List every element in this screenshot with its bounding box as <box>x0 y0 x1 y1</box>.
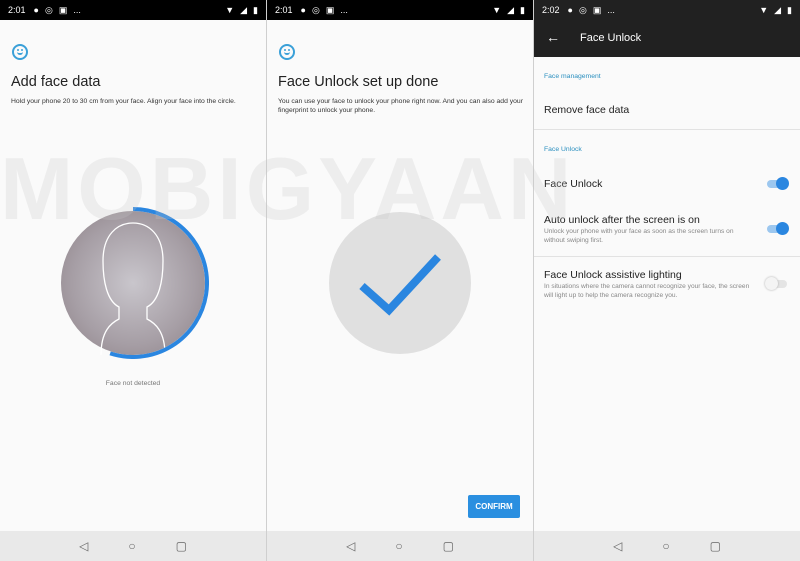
instructions: Hold your phone 20 to 30 cm from your fa… <box>11 98 236 105</box>
face-unlock-setting-title[interactable]: Face Unlock <box>544 178 602 190</box>
face-icon <box>279 44 295 60</box>
status-bar: 2:01 ● ◎ ▣ ... ▼ ◢ ▮ <box>267 0 533 20</box>
more-notifications: ... <box>73 5 81 15</box>
image-icon: ▣ <box>325 4 335 15</box>
navigation-bar: ◁ ○ ▢ <box>0 531 266 561</box>
signal-icon: ◢ <box>240 4 248 15</box>
assistive-lighting-setting-desc: In situations where the camera cannot re… <box>544 283 750 299</box>
battery-icon: ▮ <box>253 4 258 15</box>
instagram-icon: ◎ <box>578 4 587 15</box>
status-bar: 2:01 ● ◎ ▣ ... ▼ ◢ ▮ <box>0 0 266 20</box>
image-icon: ▣ <box>58 4 68 15</box>
confirm-button[interactable]: CONFIRM <box>468 495 520 518</box>
divider <box>534 256 800 257</box>
signal-icon: ◢ <box>774 4 782 15</box>
battery-icon: ▮ <box>787 4 792 15</box>
home-button[interactable]: ○ <box>128 539 135 553</box>
checkmark-icon <box>359 254 441 316</box>
auto-unlock-toggle[interactable] <box>767 222 789 235</box>
auto-unlock-setting-title[interactable]: Auto unlock after the screen is on <box>544 214 700 226</box>
signal-icon: ◢ <box>507 4 515 15</box>
face-unlock-settings-screen: 2:02 ● ◎ ▣ ... ▼ ◢ ▮ ← Face Unlock Face ma… <box>534 0 800 561</box>
divider <box>534 129 800 130</box>
home-button[interactable]: ○ <box>662 539 669 553</box>
back-button[interactable]: ◁ <box>613 539 622 553</box>
app-toolbar: ← Face Unlock <box>534 20 800 57</box>
setup-done-screen: 2:01 ● ◎ ▣ ... ▼ ◢ ▮ Face Unlock set up do… <box>267 0 533 561</box>
page-title: Face Unlock set up done <box>278 74 439 90</box>
more-notifications: ... <box>340 5 348 15</box>
battery-icon: ▮ <box>520 4 525 15</box>
home-button[interactable]: ○ <box>395 539 402 553</box>
face-unlock-toggle[interactable] <box>767 177 789 190</box>
back-button[interactable]: ◁ <box>346 539 355 553</box>
section-header-face-unlock: Face Unlock <box>544 146 582 153</box>
status-hint: Face not detected <box>105 380 161 387</box>
scan-progress-ring <box>109 207 209 359</box>
instagram-icon: ◎ <box>311 4 320 15</box>
navigation-bar: ◁ ○ ▢ <box>267 531 533 561</box>
message-icon: ● <box>33 5 39 15</box>
success-circle <box>329 212 471 354</box>
image-icon: ▣ <box>592 4 602 15</box>
toolbar-title: Face Unlock <box>580 32 642 44</box>
add-face-data-screen: 2:01 ● ◎ ▣ ... ▼ ◢ ▮ Add face data Hold yo… <box>0 0 266 561</box>
message-icon: ● <box>300 5 306 15</box>
back-button[interactable]: ◁ <box>79 539 88 553</box>
status-bar: 2:02 ● ◎ ▣ ... ▼ ◢ ▮ <box>534 0 800 20</box>
page-title: Add face data <box>11 74 101 90</box>
message-icon: ● <box>567 5 573 15</box>
recents-button[interactable]: ▢ <box>710 539 721 553</box>
status-time: 2:02 <box>542 5 560 15</box>
instagram-icon: ◎ <box>44 4 53 15</box>
back-arrow-icon[interactable]: ← <box>546 29 560 45</box>
section-header-management: Face management <box>544 73 601 80</box>
more-notifications: ... <box>607 5 615 15</box>
description: You can use your face to unlock your pho… <box>278 98 523 114</box>
status-time: 2:01 <box>275 5 293 15</box>
assistive-lighting-setting-title[interactable]: Face Unlock assistive lighting <box>544 269 682 281</box>
navigation-bar: ◁ ○ ▢ <box>534 531 800 561</box>
recents-button[interactable]: ▢ <box>176 539 187 553</box>
wifi-icon: ▼ <box>759 4 769 15</box>
assistive-lighting-toggle[interactable] <box>765 277 787 290</box>
face-icon <box>12 44 28 60</box>
auto-unlock-setting-desc: Unlock your phone with your face as soon… <box>544 228 734 244</box>
status-time: 2:01 <box>8 5 26 15</box>
remove-face-data-item[interactable]: Remove face data <box>544 104 629 116</box>
recents-button[interactable]: ▢ <box>443 539 454 553</box>
wifi-icon: ▼ <box>225 4 235 15</box>
wifi-icon: ▼ <box>492 4 502 15</box>
